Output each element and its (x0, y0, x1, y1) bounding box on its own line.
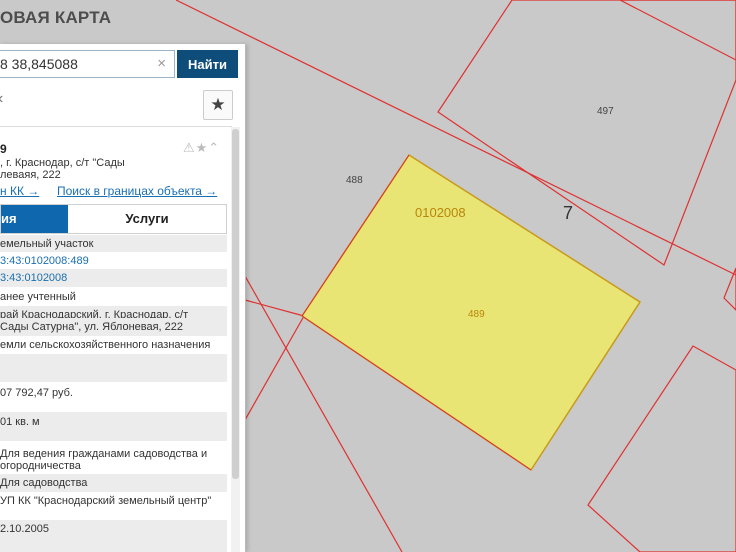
parcel-label-497: 497 (597, 106, 614, 117)
detail-row-usage-doc: Для садоводства (0, 474, 227, 492)
detail-row-cost: 07 792,47 руб. (0, 387, 73, 399)
parcel-label-488: 488 (346, 175, 363, 186)
detail-row-area: 01 кв. м (0, 413, 227, 441)
tab-services[interactable]: Услуги (68, 205, 226, 233)
search-button[interactable]: Найти (177, 50, 238, 78)
scrollbar[interactable] (231, 127, 240, 552)
detail-row-cadastral-number[interactable]: 3:43:0102008:489 (0, 252, 227, 269)
info-tabs: ия Услуги (0, 204, 227, 234)
block-number-label: 0102008 (415, 205, 466, 220)
detail-row-engineer: УП КК "Краснодарский земельный центр" (0, 495, 212, 507)
object-action-icons[interactable]: ⚠★⌃ (183, 140, 220, 156)
divider (0, 126, 232, 127)
search-value[interactable]: 8 38,845088 (0, 56, 78, 72)
detail-row-block[interactable]: 3:43:0102008 (0, 269, 227, 287)
object-address-line-2: леваяя, 222 (0, 169, 61, 181)
detail-row-address-2: Сады Сатурна", ул. Яблоневая, 222 (0, 318, 227, 336)
parcel-label-489: 489 (468, 309, 485, 320)
favorite-button[interactable]: ★ (203, 90, 233, 120)
tab-info[interactable]: ия (1, 205, 68, 233)
object-number: 9 (0, 142, 7, 156)
detail-row-type: емельный участок (0, 235, 227, 252)
detail-row-usage-1: Для ведения гражданами садоводства и (0, 448, 208, 460)
search-input[interactable]: 8 38,845088 × (0, 50, 175, 78)
detail-row-usage-2: огородничества (0, 460, 81, 472)
object-address-line-1: , г. Краснодар, с/т "Сады (0, 157, 125, 169)
page-title: ОВАЯ КАРТА (0, 8, 112, 27)
clear-icon[interactable]: × (157, 55, 166, 72)
detail-row-blank-1 (0, 354, 227, 382)
detail-row-date: 2.10.2005 (0, 520, 227, 552)
link-kk[interactable]: н КК → (0, 184, 39, 198)
back-icon[interactable]: ‹ (0, 90, 3, 108)
link-search-in-bounds[interactable]: Поиск в границах объекта → (57, 184, 217, 198)
detail-row-category: емли сельскохозяйственного назначения (0, 339, 211, 351)
detail-row-address-1: рай Краснодарский, г. Краснодар, с/т (0, 306, 227, 321)
quarter-number-label: 7 (563, 203, 573, 223)
detail-row-status: анее учтенный (0, 291, 76, 303)
scrollbar-thumb[interactable] (232, 129, 239, 479)
